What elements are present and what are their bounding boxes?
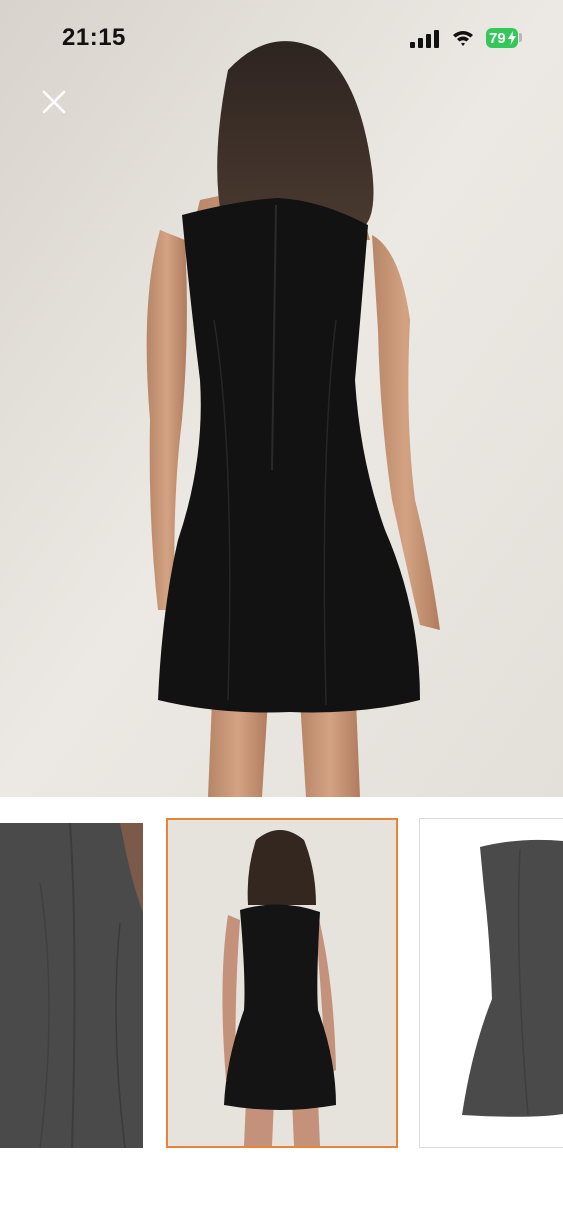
thumbnail-2-selected[interactable] — [166, 818, 398, 1148]
dress-detail-photo — [0, 823, 143, 1148]
status-bar: 21:15 79 — [0, 0, 563, 78]
dress-back-photo — [0, 0, 563, 797]
wifi-icon — [453, 31, 473, 46]
thumbnail-3[interactable] — [419, 818, 563, 1148]
dress-side-photo — [420, 819, 563, 1147]
charging-bolt-icon — [508, 31, 516, 45]
thumbnail-strip — [0, 818, 563, 1150]
battery-cap — [519, 33, 522, 42]
signal-icon — [410, 30, 439, 48]
close-button[interactable] — [38, 86, 70, 118]
close-icon — [42, 90, 66, 114]
thumbnail-1[interactable] — [0, 823, 143, 1148]
dress-back-photo — [168, 820, 396, 1146]
battery-icon: 79 — [486, 28, 518, 48]
battery-level: 79 — [489, 29, 506, 47]
status-time: 21:15 — [62, 24, 126, 51]
main-product-image[interactable] — [0, 0, 563, 797]
